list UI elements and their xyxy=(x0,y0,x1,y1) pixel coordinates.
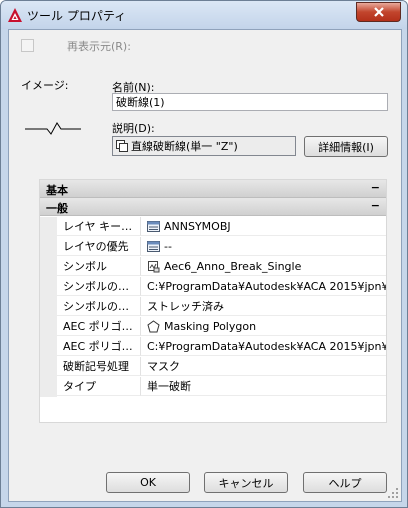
property-grid: 基本 − 一般 − レイヤ キー… ANNSYMOBJ レイヤの優先 -- シン… xyxy=(39,179,387,423)
collapse-icon[interactable]: − xyxy=(371,181,380,194)
title-bar[interactable]: ツール プロパティ xyxy=(1,1,407,29)
property-row-aec-polygon[interactable]: AEC ポリゴ… Masking Polygon xyxy=(40,317,386,337)
help-button[interactable]: ヘルプ xyxy=(303,472,387,493)
property-value[interactable]: 単一破断 xyxy=(141,377,386,396)
redisplay-label: 再表示元(R): xyxy=(67,40,131,53)
cancel-button[interactable]: キャンセル xyxy=(204,472,288,493)
property-value[interactable]: ストレッチ済み xyxy=(141,297,386,316)
property-value[interactable]: C:¥ProgramData¥Autodesk¥ACA 2015¥jpn¥… xyxy=(141,337,386,356)
property-row-symbol-path[interactable]: シンボルの… C:¥ProgramData¥Autodesk¥ACA 2015¥… xyxy=(40,277,386,297)
break-line-preview-icon xyxy=(25,122,81,135)
property-name: 破断記号処理 xyxy=(57,357,141,376)
detail-info-button[interactable]: 詳細情報(I) xyxy=(304,136,388,157)
redisplay-checkbox[interactable] xyxy=(21,39,34,52)
property-name: AEC ポリゴ… xyxy=(57,317,141,336)
close-button[interactable] xyxy=(356,2,401,22)
resize-grip-icon[interactable] xyxy=(387,487,399,499)
dialog-body: 再表示元(R): イメージ: 名前(N): 説明(D): 直線破断線(単一 "Z… xyxy=(8,29,402,502)
property-row-layer-key[interactable]: レイヤ キー… ANNSYMOBJ xyxy=(40,217,386,237)
property-value[interactable]: マスク xyxy=(141,357,386,376)
collapse-icon[interactable]: − xyxy=(371,199,380,212)
list-icon xyxy=(147,240,160,252)
property-row-aec-polygon-path[interactable]: AEC ポリゴ… C:¥ProgramData¥Autodesk¥ACA 201… xyxy=(40,337,386,357)
category-general-label: 一般 xyxy=(46,202,68,215)
pentagon-icon xyxy=(147,319,160,332)
name-input[interactable] xyxy=(112,93,388,111)
property-name: タイプ xyxy=(57,377,141,396)
detail-info-label: 詳細情報(I) xyxy=(318,140,374,154)
property-row-symbol[interactable]: シンボル Aec6_Anno_Break_Single xyxy=(40,257,386,277)
property-value[interactable]: C:¥ProgramData¥Autodesk¥ACA 2015¥jpn¥… xyxy=(141,277,386,296)
property-row-layer-override[interactable]: レイヤの優先 -- xyxy=(40,237,386,257)
property-value[interactable]: Aec6_Anno_Break_Single xyxy=(141,257,386,276)
description-field[interactable]: 直線破断線(単一 "Z") xyxy=(112,136,296,156)
window-title: ツール プロパティ xyxy=(27,9,127,23)
property-name: シンボルの… xyxy=(57,277,141,296)
property-value[interactable]: ANNSYMOBJ xyxy=(141,217,386,236)
property-name: レイヤ キー… xyxy=(57,217,141,236)
property-value[interactable]: -- xyxy=(141,237,386,256)
close-icon xyxy=(373,7,384,17)
ok-button[interactable]: OK xyxy=(106,472,190,493)
block-symbol-icon xyxy=(148,260,160,272)
property-name: レイヤの優先 xyxy=(57,237,141,256)
property-row-break-processing[interactable]: 破断記号処理 マスク xyxy=(40,357,386,377)
property-name: AEC ポリゴ… xyxy=(57,337,141,356)
description-value: 直線破断線(単一 "Z") xyxy=(131,140,238,153)
property-value[interactable]: Masking Polygon xyxy=(141,317,386,336)
autocad-app-icon xyxy=(8,8,22,22)
property-name: シンボルの… xyxy=(57,297,141,316)
category-general[interactable]: 一般 − xyxy=(40,198,386,216)
description-label: 説明(D): xyxy=(112,122,155,135)
property-name: シンボル xyxy=(57,257,141,276)
property-row-type[interactable]: タイプ 単一破断 xyxy=(40,377,386,397)
list-icon xyxy=(147,220,160,232)
category-basic-label: 基本 xyxy=(46,184,68,197)
category-basic[interactable]: 基本 − xyxy=(40,180,386,198)
tool-properties-window: ツール プロパティ 再表示元(R): イメージ: 名前(N): 説明(D): 直… xyxy=(0,0,408,508)
property-row-symbol-mode[interactable]: シンボルの… ストレッチ済み xyxy=(40,297,386,317)
image-label: イメージ: xyxy=(21,79,69,92)
description-icon xyxy=(116,140,128,152)
